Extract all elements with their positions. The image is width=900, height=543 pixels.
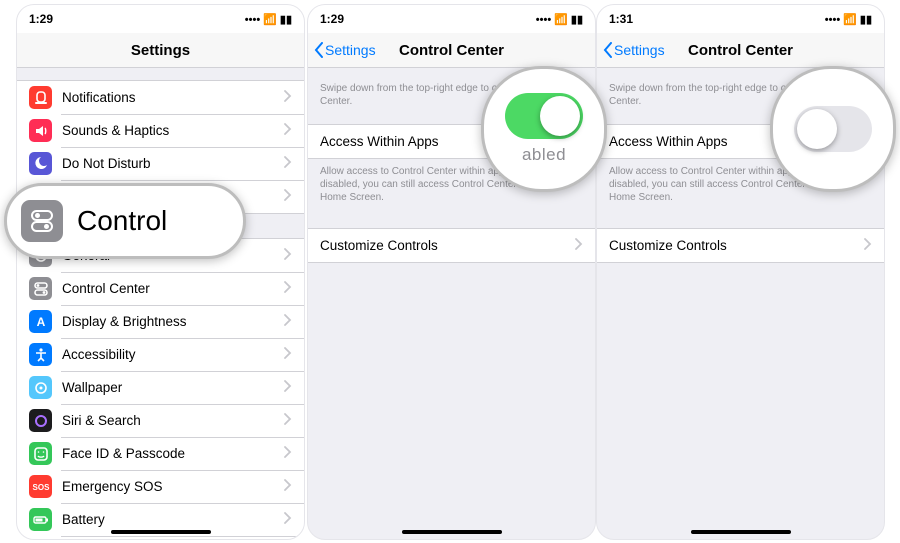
faceid-icon bbox=[29, 442, 52, 465]
accessibility-icon bbox=[29, 343, 52, 366]
chevron-right-icon bbox=[284, 122, 292, 140]
row-label: Sounds & Haptics bbox=[62, 123, 284, 138]
home-indicator[interactable] bbox=[402, 530, 502, 534]
zoom-control-center-row: Control bbox=[4, 183, 246, 259]
display-icon: A bbox=[29, 310, 52, 333]
svg-text:SOS: SOS bbox=[32, 483, 49, 492]
settings-row-privacy[interactable]: Privacy bbox=[17, 536, 304, 540]
nav-title: Control Center bbox=[399, 42, 504, 59]
zoom-toggle-on: abled bbox=[481, 66, 607, 192]
settings-row-accessibility[interactable]: Accessibility bbox=[17, 338, 304, 371]
zoom-label: Control bbox=[77, 205, 167, 237]
chevron-right-icon bbox=[284, 155, 292, 173]
chevron-right-icon bbox=[284, 478, 292, 496]
chevron-right-icon bbox=[284, 445, 292, 463]
row-label: Customize Controls bbox=[320, 238, 575, 253]
row-label: Notifications bbox=[62, 90, 284, 105]
row-label: Do Not Disturb bbox=[62, 156, 284, 171]
customize-controls-row[interactable]: Customize Controls bbox=[308, 229, 595, 262]
wallpaper-icon bbox=[29, 376, 52, 399]
notifications-icon bbox=[29, 86, 52, 109]
nav-bar: Settings Control Center bbox=[597, 33, 884, 68]
zoom-toggle-off bbox=[770, 66, 896, 192]
chevron-right-icon bbox=[284, 188, 292, 206]
chevron-right-icon bbox=[864, 237, 872, 255]
row-label: Accessibility bbox=[62, 347, 284, 362]
nav-title: Control Center bbox=[688, 42, 793, 59]
back-label: Settings bbox=[325, 42, 376, 58]
home-indicator[interactable] bbox=[691, 530, 791, 534]
zoom-subtext: abled bbox=[522, 145, 566, 165]
nav-title: Settings bbox=[131, 42, 190, 59]
settings-row-notifications[interactable]: Notifications bbox=[17, 81, 304, 114]
toggle-switch-large bbox=[794, 106, 872, 152]
chevron-right-icon bbox=[284, 379, 292, 397]
nav-bar: Settings Control Center bbox=[308, 33, 595, 68]
settings-row-sounds[interactable]: Sounds & Haptics bbox=[17, 114, 304, 147]
row-label: Display & Brightness bbox=[62, 314, 284, 329]
chevron-right-icon bbox=[284, 280, 292, 298]
chevron-right-icon bbox=[575, 237, 583, 255]
sos-icon: SOS bbox=[29, 475, 52, 498]
settings-row-faceid[interactable]: Face ID & Passcode bbox=[17, 437, 304, 470]
row-label: Wallpaper bbox=[62, 380, 284, 395]
row-label: Face ID & Passcode bbox=[62, 446, 284, 461]
control-icon bbox=[29, 277, 52, 300]
chevron-right-icon bbox=[284, 346, 292, 364]
settings-row-siri[interactable]: Siri & Search bbox=[17, 404, 304, 437]
status-right: ••••📶▮▮ bbox=[242, 12, 292, 26]
status-right: ••••📶▮▮ bbox=[822, 12, 872, 26]
status-right: ••••📶▮▮ bbox=[533, 12, 583, 26]
control-center-icon bbox=[21, 200, 63, 242]
row-label: Battery bbox=[62, 512, 284, 527]
home-indicator[interactable] bbox=[111, 530, 211, 534]
settings-row-control[interactable]: Control Center bbox=[17, 272, 304, 305]
status-bar: 1:29 ••••📶▮▮ bbox=[308, 5, 595, 33]
back-button[interactable]: Settings bbox=[603, 42, 665, 58]
row-label: Emergency SOS bbox=[62, 479, 284, 494]
toggle-switch-large bbox=[505, 93, 583, 139]
back-button[interactable]: Settings bbox=[314, 42, 376, 58]
status-time: 1:29 bbox=[29, 12, 53, 26]
row-label: Siri & Search bbox=[62, 413, 284, 428]
svg-text:A: A bbox=[36, 315, 45, 329]
status-bar: 1:29 ••••📶▮▮ bbox=[17, 5, 304, 33]
chevron-right-icon bbox=[284, 511, 292, 529]
row-label: Control Center bbox=[62, 281, 284, 296]
phone-settings: 1:29 ••••📶▮▮ Settings Notifications Sound… bbox=[16, 4, 305, 540]
dnd-icon bbox=[29, 152, 52, 175]
settings-row-sos[interactable]: SOS Emergency SOS bbox=[17, 470, 304, 503]
siri-icon bbox=[29, 409, 52, 432]
chevron-right-icon bbox=[284, 247, 292, 265]
status-time: 1:29 bbox=[320, 12, 344, 26]
settings-row-wallpaper[interactable]: Wallpaper bbox=[17, 371, 304, 404]
chevron-right-icon bbox=[284, 412, 292, 430]
chevron-right-icon bbox=[284, 313, 292, 331]
status-time: 1:31 bbox=[609, 12, 633, 26]
nav-bar: Settings bbox=[17, 33, 304, 68]
status-bar: 1:31 ••••📶▮▮ bbox=[597, 5, 884, 33]
settings-row-dnd[interactable]: Do Not Disturb bbox=[17, 147, 304, 180]
row-label: Customize Controls bbox=[609, 238, 864, 253]
back-label: Settings bbox=[614, 42, 665, 58]
chevron-right-icon bbox=[284, 89, 292, 107]
settings-row-display[interactable]: A Display & Brightness bbox=[17, 305, 304, 338]
sounds-icon bbox=[29, 119, 52, 142]
customize-controls-row[interactable]: Customize Controls bbox=[597, 229, 884, 262]
battery-icon bbox=[29, 508, 52, 531]
